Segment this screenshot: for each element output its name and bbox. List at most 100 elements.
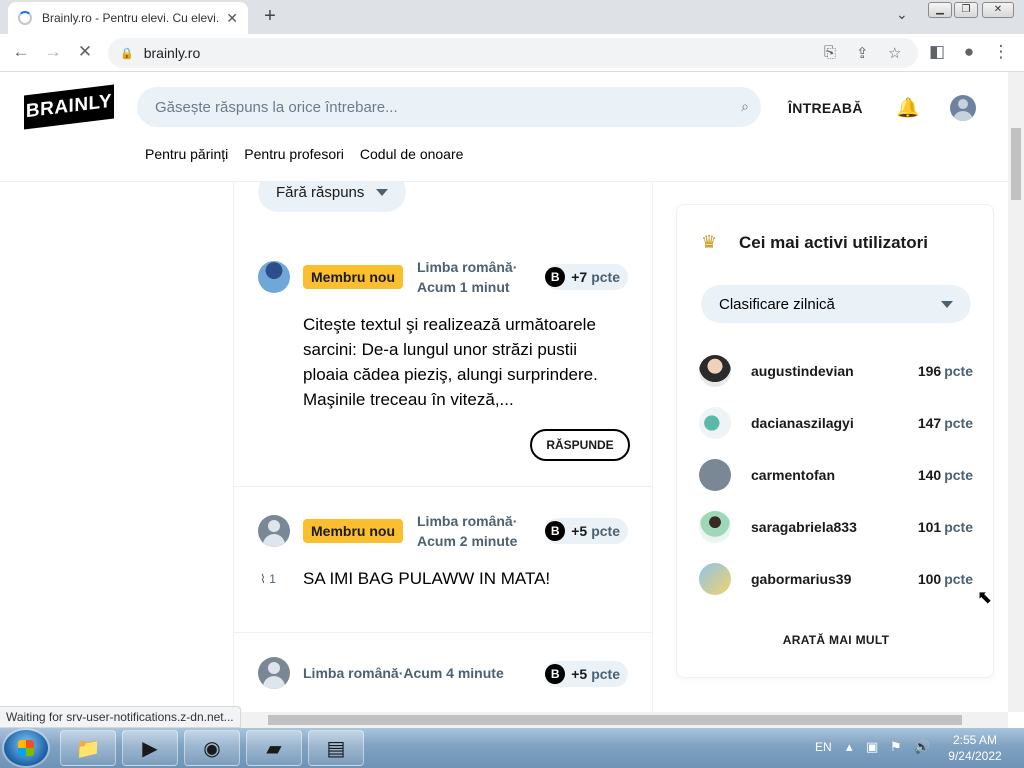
ranking-period-select[interactable]: Clasificare zilnică xyxy=(701,285,971,323)
new-tab-button[interactable]: + xyxy=(258,5,282,28)
notifications-bell-icon[interactable]: 🔔 xyxy=(896,96,920,120)
points-badge: B +7 pcte xyxy=(545,264,628,290)
tab-title: Brainly.ro - Pentru elevi. Cu elevi. xyxy=(42,11,220,25)
asker-avatar[interactable] xyxy=(258,657,290,689)
user-points: 147 pcte xyxy=(917,415,973,431)
brainly-logo[interactable]: BRAINLY xyxy=(24,84,114,130)
question-card[interactable]: Membru nou Limba română· Acum 2 minute B… xyxy=(234,487,652,633)
brainly-points-icon: B xyxy=(545,267,566,287)
user-avatar[interactable] xyxy=(950,95,976,121)
question-time: Acum 1 minut xyxy=(417,279,510,295)
attachment-count: ⌇ 1 xyxy=(260,572,276,586)
brainly-points-icon: B xyxy=(545,521,566,541)
profile-icon[interactable]: ● xyxy=(958,42,980,62)
forward-icon[interactable]: → xyxy=(42,42,64,62)
nav-parents-link[interactable]: Pentru părinți xyxy=(145,146,228,162)
leaderboard-user-row[interactable]: carmentofan 140 pcte xyxy=(699,459,973,491)
points-unit: pcte xyxy=(591,269,620,285)
language-indicator[interactable]: EN xyxy=(815,740,832,754)
address-bar[interactable]: 🔒 brainly.ro ⎘ ⇪ ☆ xyxy=(108,38,918,68)
search-icon[interactable]: ⌕ xyxy=(741,98,749,115)
subject-link[interactable]: Limba română xyxy=(417,513,513,529)
network-icon[interactable]: ▣ xyxy=(866,739,878,755)
show-more-button[interactable]: ARATĂ MAI MULT xyxy=(677,633,995,647)
question-time: Acum 2 minute xyxy=(417,533,518,549)
asker-avatar[interactable] xyxy=(258,515,290,547)
brainly-points-icon: B xyxy=(545,664,566,684)
question-text[interactable]: Citeşte textul şi realizează următoarele… xyxy=(303,312,623,412)
user-name[interactable]: saragabriela833 xyxy=(751,519,857,535)
vertical-scrollbar[interactable] xyxy=(1008,72,1024,712)
search-input[interactable]: Găsește răspuns la orice întrebare... ⌕ xyxy=(137,87,761,127)
user-avatar[interactable] xyxy=(699,407,731,439)
loading-spinner-icon xyxy=(18,11,32,25)
user-name[interactable]: gabormarius39 xyxy=(751,571,851,587)
leaderboard-user-row[interactable]: gabormarius39 100 pcte xyxy=(699,563,973,595)
browser-tab[interactable]: Brainly.ro - Pentru elevi. Cu elevi. ✕ xyxy=(8,2,248,34)
question-card[interactable]: Membru nou Limba română· Acum 1 minut B … xyxy=(234,242,652,487)
maximize-button[interactable]: ❐ xyxy=(954,2,978,18)
tab-close-icon[interactable]: ✕ xyxy=(226,10,238,27)
user-points: 196 pcte xyxy=(917,363,973,379)
question-text[interactable]: SA IMI BAG PULAWW IN MATA! xyxy=(303,566,623,591)
system-clock[interactable]: 2:55 AM 9/24/2022 xyxy=(940,732,1010,764)
file-explorer-icon[interactable]: 📁 xyxy=(60,730,116,766)
user-avatar[interactable] xyxy=(699,459,731,491)
points-badge: B +5 pcte xyxy=(545,661,628,687)
subject-link[interactable]: Limba română xyxy=(417,259,513,275)
side-panel-icon[interactable]: ◧ xyxy=(926,42,948,62)
chevron-down-icon xyxy=(376,188,388,196)
share-icon[interactable]: ⇪ xyxy=(856,44,869,62)
horizontal-scroll-thumb[interactable] xyxy=(268,715,962,725)
subject-link[interactable]: Limba română xyxy=(303,665,399,681)
user-name[interactable]: carmentofan xyxy=(751,467,835,483)
app-icon[interactable]: ▰ xyxy=(246,730,302,766)
question-meta: Limba română·Acum 4 minute xyxy=(303,665,504,681)
new-member-badge: Membru nou xyxy=(303,519,403,543)
asker-avatar[interactable] xyxy=(258,261,290,293)
search-placeholder: Găsește răspuns la orice întrebare... xyxy=(155,98,398,116)
user-points: 101 pcte xyxy=(917,519,973,535)
leaderboard-user-row[interactable]: dacianaszilagyi 147 pcte xyxy=(699,407,973,439)
tab-search-button[interactable]: ⌄ xyxy=(896,6,908,23)
question-meta: Limba română· Acum 2 minute xyxy=(417,513,518,549)
show-hidden-icons-icon[interactable]: ▴ xyxy=(846,739,853,755)
question-card[interactable]: Limba română·Acum 4 minute B +5 pcte xyxy=(234,633,652,712)
close-window-button[interactable]: ✕ xyxy=(982,2,1014,18)
translate-icon[interactable]: ⎘ xyxy=(824,44,836,61)
start-button[interactable] xyxy=(4,730,48,766)
mouse-cursor-icon: ⬉ xyxy=(977,587,993,607)
stop-loading-icon[interactable]: ✕ xyxy=(74,42,96,62)
lock-icon[interactable]: 🔒 xyxy=(120,47,134,60)
media-player-icon[interactable]: ▶ xyxy=(122,730,178,766)
minimize-button[interactable]: ▁ xyxy=(928,2,952,18)
new-member-badge: Membru nou xyxy=(303,265,403,289)
power-icon[interactable]: ⚑ xyxy=(890,739,902,755)
back-icon[interactable]: ← xyxy=(10,42,32,62)
user-name[interactable]: dacianaszilagyi xyxy=(751,415,854,431)
browser-toolbar: ← → ✕ 🔒 brainly.ro ⎘ ⇪ ☆ ◧ ● ⋮ xyxy=(0,34,1024,72)
leaderboard-user-row[interactable]: saragabriela833 101 pcte xyxy=(699,511,973,543)
task-manager-icon[interactable]: ▤ xyxy=(308,730,364,766)
browser-tab-strip: Brainly.ro - Pentru elevi. Cu elevi. ✕ +… xyxy=(0,0,1024,34)
nav-honor-code-link[interactable]: Codul de onoare xyxy=(360,146,464,162)
chrome-icon[interactable]: ◉ xyxy=(184,730,240,766)
leaderboard-panel: ♛ Cei mai activi utilizatori Clasificare… xyxy=(676,204,994,678)
question-time: Acum 4 minute xyxy=(403,665,504,681)
ask-question-button[interactable]: ÎNTREABĂ xyxy=(788,100,863,116)
leaderboard-user-row[interactable]: augustindevian 196 pcte xyxy=(699,355,973,387)
crown-icon: ♛ xyxy=(701,232,718,252)
url-text: brainly.ro xyxy=(143,45,201,61)
browser-menu-icon[interactable]: ⋮ xyxy=(990,42,1012,62)
volume-icon[interactable]: 🔊 xyxy=(914,739,930,755)
nav-teachers-link[interactable]: Pentru profesori xyxy=(244,146,344,162)
user-avatar[interactable] xyxy=(699,511,731,543)
user-avatar[interactable] xyxy=(699,563,731,595)
vertical-scroll-thumb[interactable] xyxy=(1011,128,1021,200)
points-badge: B +5 pcte xyxy=(545,518,628,544)
filter-dropdown[interactable]: Fără răspuns xyxy=(258,182,406,212)
bookmark-star-icon[interactable]: ☆ xyxy=(888,44,901,62)
answer-button[interactable]: RĂSPUNDE xyxy=(530,429,630,461)
user-name[interactable]: augustindevian xyxy=(751,363,854,379)
user-avatar[interactable] xyxy=(699,355,731,387)
